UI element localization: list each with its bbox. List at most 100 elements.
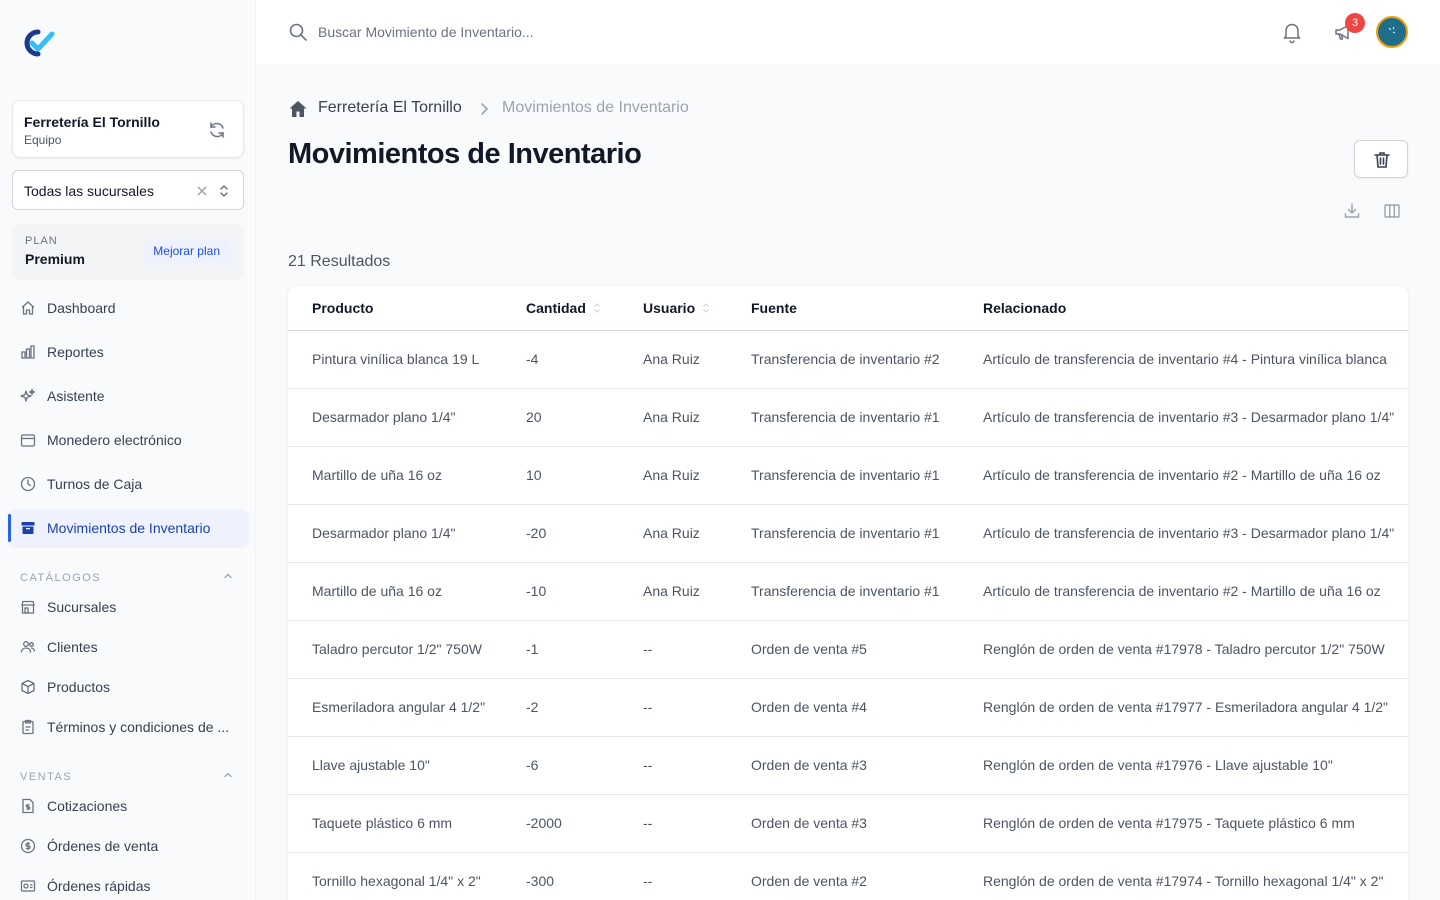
sidebar-item-terminos[interactable]: Términos y condiciones de ... [8,709,248,745]
notification-count-badge: 3 [1345,13,1365,33]
sort-icon[interactable] [701,302,711,314]
table-row[interactable]: Desarmador plano 1/4" 20 Ana Ruiz Transf… [288,388,1408,447]
sidebar-item-productos[interactable]: Productos [8,669,248,705]
sidebar-item-sucursales[interactable]: Sucursales [8,589,248,625]
sidebar-item-label: Turnos de Caja [47,476,143,492]
cell-fuente[interactable]: Orden de venta #4 [751,678,983,737]
cell-fuente[interactable]: Transferencia de inventario #1 [751,388,983,447]
branch-select[interactable]: Todas las sucursales [12,170,244,210]
sidebar-item-reportes[interactable]: Reportes [8,334,248,370]
table-row[interactable]: Tornillo hexagonal 1/4" x 2" -300 -- Ord… [288,852,1408,900]
cell-usuario: -- [643,620,751,679]
sidebar-item-cotizaciones[interactable]: Cotizaciones [8,788,248,824]
cell-relacionado[interactable]: Artículo de transferencia de inventario … [983,446,1408,505]
search-input[interactable] [318,20,818,44]
sidebar-item-dashboard[interactable]: Dashboard [8,290,248,326]
section-catalogs-toggle[interactable]: CATÁLOGOS [20,568,236,584]
column-header-usuario[interactable]: Usuario [643,286,751,331]
column-header-fuente[interactable]: Fuente [751,286,983,331]
sort-icon[interactable] [592,302,602,314]
delete-button[interactable] [1354,140,1408,178]
sidebar-item-ordenes-rapidas[interactable]: Órdenes rápidas [8,868,248,900]
cell-relacionado[interactable]: Artículo de transferencia de inventario … [983,504,1408,563]
download-icon[interactable] [1343,202,1361,220]
sidebar-item-label: Asistente [47,388,105,404]
cell-fuente[interactable]: Transferencia de inventario #2 [751,330,983,389]
chevron-up-icon [224,573,232,579]
chevron-up-icon [224,772,232,778]
cell-fuente[interactable]: Transferencia de inventario #1 [751,504,983,563]
table-row[interactable]: Esmeriladora angular 4 1/2" -2 -- Orden … [288,678,1408,737]
sidebar-item-ordenes-venta[interactable]: Órdenes de venta [8,828,248,864]
cell-usuario: -- [643,794,751,853]
cell-fuente[interactable]: Orden de venta #2 [751,852,983,900]
cell-fuente[interactable]: Orden de venta #3 [751,736,983,795]
cell-fuente[interactable]: Orden de venta #5 [751,620,983,679]
branch-select-value: Todas las sucursales [24,183,154,199]
column-header-cantidad[interactable]: Cantidad [526,286,643,331]
bell-icon[interactable] [1280,20,1304,44]
cell-producto: Taquete plástico 6 mm [288,794,526,853]
table-row[interactable]: Desarmador plano 1/4" -20 Ana Ruiz Trans… [288,504,1408,563]
cell-relacionado[interactable]: Artículo de transferencia de inventario … [983,330,1408,389]
page-title: Movimientos de Inventario [288,138,642,170]
sidebar-item-monedero[interactable]: Monedero electrónico [8,422,248,458]
close-icon[interactable] [195,184,209,198]
sidebar-item-label: Términos y condiciones de ... [47,719,230,735]
search-icon [289,23,307,41]
cell-relacionado[interactable]: Renglón de orden de venta #17976 - Llave… [983,736,1408,795]
cell-cantidad: -2000 [526,794,643,853]
cell-relacionado[interactable]: Renglón de orden de venta #17978 - Talad… [983,620,1408,679]
table-row[interactable]: Taquete plástico 6 mm -2000 -- Orden de … [288,794,1408,853]
column-header-relacionado[interactable]: Relacionado [983,286,1408,331]
cell-cantidad: -20 [526,504,643,563]
cell-relacionado[interactable]: Renglón de orden de venta #17975 - Taque… [983,794,1408,853]
cell-producto: Martillo de uña 16 oz [288,562,526,621]
cell-cantidad: -10 [526,562,643,621]
plan-card: PLAN Premium Mejorar plan [12,224,244,280]
refresh-icon[interactable] [207,120,227,140]
sidebar-item-label: Clientes [47,639,98,655]
cell-relacionado[interactable]: Renglón de orden de venta #17977 - Esmer… [983,678,1408,737]
cell-usuario: Ana Ruiz [643,504,751,563]
avatar-pattern-icon [1388,26,1396,34]
section-title: CATÁLOGOS [20,572,102,584]
cell-relacionado[interactable]: Artículo de transferencia de inventario … [983,388,1408,447]
app-logo-icon[interactable] [18,26,58,58]
table-row[interactable]: Martillo de uña 16 oz 10 Ana Ruiz Transf… [288,446,1408,505]
home-icon [21,301,35,315]
home-icon[interactable] [288,99,308,119]
user-avatar[interactable] [1376,16,1408,48]
column-header-producto[interactable]: Producto [288,286,526,331]
chart-bar-icon [21,345,35,359]
breadcrumb-team[interactable]: Ferretería El Tornillo [318,99,462,117]
table-row[interactable]: Martillo de uña 16 oz -10 Ana Ruiz Trans… [288,562,1408,621]
cell-usuario: Ana Ruiz [643,388,751,447]
cell-relacionado[interactable]: Renglón de orden de venta #17974 - Torni… [983,852,1408,900]
table-header-row: Producto Cantidad Usuario Fuente Relacio… [288,286,1408,331]
section-sales-toggle[interactable]: VENTAS [20,767,236,783]
topbar: 3 [256,0,1440,64]
table-row[interactable]: Pintura vinílica blanca 19 L -4 Ana Ruiz… [288,330,1408,389]
team-switcher[interactable]: Ferretería El Tornillo Equipo [12,100,244,158]
document-dollar-icon [22,798,34,814]
sidebar-item-asistente[interactable]: Asistente [8,378,248,414]
team-role: Equipo [24,133,62,147]
table-row[interactable]: Llave ajustable 10" -6 -- Orden de venta… [288,736,1408,795]
cell-relacionado[interactable]: Artículo de transferencia de inventario … [983,562,1408,621]
cell-producto: Esmeriladora angular 4 1/2" [288,678,526,737]
cell-fuente[interactable]: Orden de venta #3 [751,794,983,853]
currency-circle-icon [20,838,36,854]
chevron-right-icon [481,103,489,115]
table-row[interactable]: Taladro percutor 1/2" 750W -1 -- Orden d… [288,620,1408,679]
sidebar-item-label: Cotizaciones [47,798,128,814]
sidebar-item-movimientos[interactable]: Movimientos de Inventario [8,510,248,546]
upgrade-plan-button[interactable]: Mejorar plan [143,239,230,263]
sidebar-item-turnos[interactable]: Turnos de Caja [8,466,248,502]
cell-fuente[interactable]: Transferencia de inventario #1 [751,562,983,621]
cell-fuente[interactable]: Transferencia de inventario #1 [751,446,983,505]
cell-usuario: -- [643,678,751,737]
team-name: Ferretería El Tornillo [24,114,160,130]
columns-icon[interactable] [1383,202,1401,220]
sidebar-item-clientes[interactable]: Clientes [8,629,248,665]
